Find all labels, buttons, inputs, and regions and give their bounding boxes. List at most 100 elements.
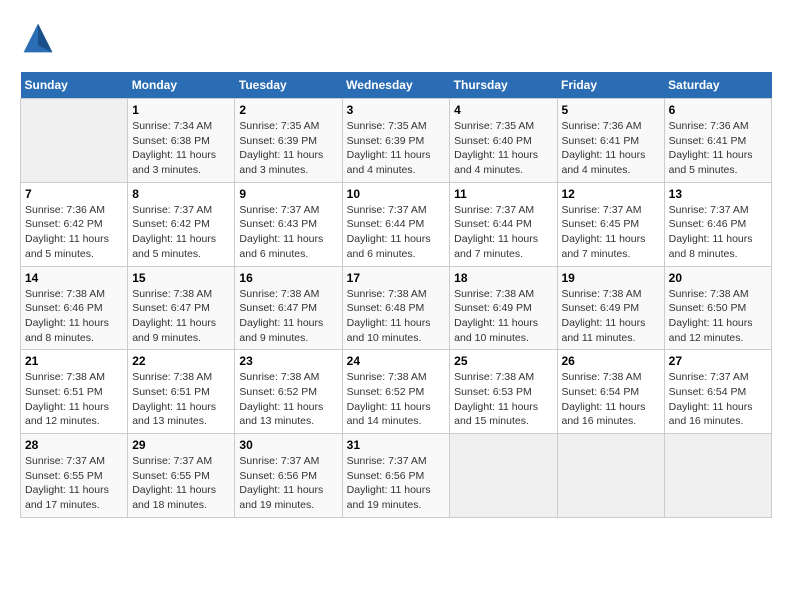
day-info: Sunrise: 7:38 AM Sunset: 6:53 PM Dayligh… (454, 370, 552, 429)
day-info: Sunrise: 7:38 AM Sunset: 6:51 PM Dayligh… (25, 370, 123, 429)
calendar-cell: 6Sunrise: 7:36 AM Sunset: 6:41 PM Daylig… (664, 99, 771, 183)
day-number: 24 (347, 354, 446, 368)
day-info: Sunrise: 7:36 AM Sunset: 6:41 PM Dayligh… (562, 119, 660, 178)
day-info: Sunrise: 7:38 AM Sunset: 6:46 PM Dayligh… (25, 287, 123, 346)
week-row-4: 21 Sunrise: 7:38 AM Sunset: 6:51 PM Dayli… (21, 350, 772, 434)
day-number: 14 (25, 271, 123, 285)
calendar-cell: 11 Sunrise: 7:37 AM Sunset: 6:44 PM Dayli… (450, 182, 557, 266)
day-info: Sunrise: 7:38 AM Sunset: 6:52 PM Dayligh… (239, 370, 337, 429)
day-info: Sunrise: 7:37 AM Sunset: 6:56 PM Dayligh… (239, 454, 337, 513)
calendar-cell: 1 Sunrise: 7:34 AM Sunset: 6:38 PM Daylig… (128, 99, 235, 183)
day-number: 31 (347, 438, 446, 452)
day-info: Sunrise: 7:38 AM Sunset: 6:48 PM Dayligh… (347, 287, 446, 346)
calendar-cell: 31 Sunrise: 7:37 AM Sunset: 6:56 PM Dayli… (342, 434, 450, 518)
calendar-cell: 30 Sunrise: 7:37 AM Sunset: 6:56 PM Dayli… (235, 434, 342, 518)
week-row-5: 28 Sunrise: 7:37 AM Sunset: 6:55 PM Dayli… (21, 434, 772, 518)
calendar-cell: 21 Sunrise: 7:38 AM Sunset: 6:51 PM Dayli… (21, 350, 128, 434)
day-info: Sunrise: 7:34 AM Sunset: 6:38 PM Dayligh… (132, 119, 230, 178)
day-number: 1 (132, 103, 230, 117)
day-number: 4 (454, 103, 552, 117)
day-info: Sunrise: 7:38 AM Sunset: 6:49 PM Dayligh… (454, 287, 552, 346)
day-info: Sunrise: 7:37 AM Sunset: 6:44 PM Dayligh… (347, 203, 446, 262)
day-number: 20 (669, 271, 767, 285)
header-wednesday: Wednesday (342, 72, 450, 99)
calendar-cell: 8 Sunrise: 7:37 AM Sunset: 6:42 PM Daylig… (128, 182, 235, 266)
calendar-cell: 17 Sunrise: 7:38 AM Sunset: 6:48 PM Dayli… (342, 266, 450, 350)
day-info: Sunrise: 7:37 AM Sunset: 6:55 PM Dayligh… (132, 454, 230, 513)
page-header (20, 20, 772, 56)
day-number: 26 (562, 354, 660, 368)
day-number: 9 (239, 187, 337, 201)
day-info: Sunrise: 7:38 AM Sunset: 6:51 PM Dayligh… (132, 370, 230, 429)
day-number: 17 (347, 271, 446, 285)
day-info: Sunrise: 7:37 AM Sunset: 6:54 PM Dayligh… (669, 370, 767, 429)
day-number: 8 (132, 187, 230, 201)
day-number: 12 (562, 187, 660, 201)
calendar-cell (21, 99, 128, 183)
week-row-1: 1 Sunrise: 7:34 AM Sunset: 6:38 PM Daylig… (21, 99, 772, 183)
header-monday: Monday (128, 72, 235, 99)
calendar-cell: 26 Sunrise: 7:38 AM Sunset: 6:54 PM Dayli… (557, 350, 664, 434)
header-friday: Friday (557, 72, 664, 99)
day-info: Sunrise: 7:37 AM Sunset: 6:42 PM Dayligh… (132, 203, 230, 262)
header-sunday: Sunday (21, 72, 128, 99)
day-number: 11 (454, 187, 552, 201)
day-number: 16 (239, 271, 337, 285)
day-info: Sunrise: 7:38 AM Sunset: 6:54 PM Dayligh… (562, 370, 660, 429)
day-number: 30 (239, 438, 337, 452)
calendar-cell (664, 434, 771, 518)
day-number: 23 (239, 354, 337, 368)
day-number: 15 (132, 271, 230, 285)
calendar-cell: 19Sunrise: 7:38 AM Sunset: 6:49 PM Dayli… (557, 266, 664, 350)
calendar-cell: 7Sunrise: 7:36 AM Sunset: 6:42 PM Daylig… (21, 182, 128, 266)
day-info: Sunrise: 7:37 AM Sunset: 6:56 PM Dayligh… (347, 454, 446, 513)
calendar-cell: 9 Sunrise: 7:37 AM Sunset: 6:43 PM Daylig… (235, 182, 342, 266)
week-row-2: 7Sunrise: 7:36 AM Sunset: 6:42 PM Daylig… (21, 182, 772, 266)
day-info: Sunrise: 7:37 AM Sunset: 6:43 PM Dayligh… (239, 203, 337, 262)
day-number: 28 (25, 438, 123, 452)
calendar-cell: 13 Sunrise: 7:37 AM Sunset: 6:46 PM Dayli… (664, 182, 771, 266)
calendar-cell: 4 Sunrise: 7:35 AM Sunset: 6:40 PM Daylig… (450, 99, 557, 183)
calendar-cell (450, 434, 557, 518)
day-info: Sunrise: 7:38 AM Sunset: 6:52 PM Dayligh… (347, 370, 446, 429)
day-info: Sunrise: 7:35 AM Sunset: 6:40 PM Dayligh… (454, 119, 552, 178)
day-number: 18 (454, 271, 552, 285)
day-number: 29 (132, 438, 230, 452)
day-info: Sunrise: 7:38 AM Sunset: 6:49 PM Dayligh… (562, 287, 660, 346)
day-info: Sunrise: 7:38 AM Sunset: 6:50 PM Dayligh… (669, 287, 767, 346)
calendar-cell: 18 Sunrise: 7:38 AM Sunset: 6:49 PM Dayli… (450, 266, 557, 350)
day-info: Sunrise: 7:35 AM Sunset: 6:39 PM Dayligh… (347, 119, 446, 178)
day-number: 27 (669, 354, 767, 368)
header-tuesday: Tuesday (235, 72, 342, 99)
calendar-cell: 23 Sunrise: 7:38 AM Sunset: 6:52 PM Dayli… (235, 350, 342, 434)
calendar-cell: 5 Sunrise: 7:36 AM Sunset: 6:41 PM Daylig… (557, 99, 664, 183)
day-number: 5 (562, 103, 660, 117)
logo (20, 20, 62, 56)
logo-icon (20, 20, 56, 56)
calendar-cell: 12 Sunrise: 7:37 AM Sunset: 6:45 PM Dayli… (557, 182, 664, 266)
day-info: Sunrise: 7:37 AM Sunset: 6:46 PM Dayligh… (669, 203, 767, 262)
calendar-header-row: SundayMondayTuesdayWednesdayThursdayFrid… (21, 72, 772, 99)
day-info: Sunrise: 7:37 AM Sunset: 6:55 PM Dayligh… (25, 454, 123, 513)
day-number: 13 (669, 187, 767, 201)
calendar-cell: 29 Sunrise: 7:37 AM Sunset: 6:55 PM Dayli… (128, 434, 235, 518)
calendar-table: SundayMondayTuesdayWednesdayThursdayFrid… (20, 72, 772, 518)
calendar-cell: 20 Sunrise: 7:38 AM Sunset: 6:50 PM Dayli… (664, 266, 771, 350)
day-info: Sunrise: 7:38 AM Sunset: 6:47 PM Dayligh… (132, 287, 230, 346)
calendar-cell: 3Sunrise: 7:35 AM Sunset: 6:39 PM Daylig… (342, 99, 450, 183)
day-number: 21 (25, 354, 123, 368)
calendar-cell: 28 Sunrise: 7:37 AM Sunset: 6:55 PM Dayli… (21, 434, 128, 518)
day-number: 22 (132, 354, 230, 368)
day-number: 25 (454, 354, 552, 368)
calendar-cell: 25 Sunrise: 7:38 AM Sunset: 6:53 PM Dayli… (450, 350, 557, 434)
day-info: Sunrise: 7:37 AM Sunset: 6:45 PM Dayligh… (562, 203, 660, 262)
calendar-cell: 2Sunrise: 7:35 AM Sunset: 6:39 PM Daylig… (235, 99, 342, 183)
day-info: Sunrise: 7:37 AM Sunset: 6:44 PM Dayligh… (454, 203, 552, 262)
week-row-3: 14 Sunrise: 7:38 AM Sunset: 6:46 PM Dayli… (21, 266, 772, 350)
calendar-cell: 27 Sunrise: 7:37 AM Sunset: 6:54 PM Dayli… (664, 350, 771, 434)
header-thursday: Thursday (450, 72, 557, 99)
calendar-cell: 16Sunrise: 7:38 AM Sunset: 6:47 PM Dayli… (235, 266, 342, 350)
calendar-cell: 24 Sunrise: 7:38 AM Sunset: 6:52 PM Dayli… (342, 350, 450, 434)
header-saturday: Saturday (664, 72, 771, 99)
day-number: 2 (239, 103, 337, 117)
